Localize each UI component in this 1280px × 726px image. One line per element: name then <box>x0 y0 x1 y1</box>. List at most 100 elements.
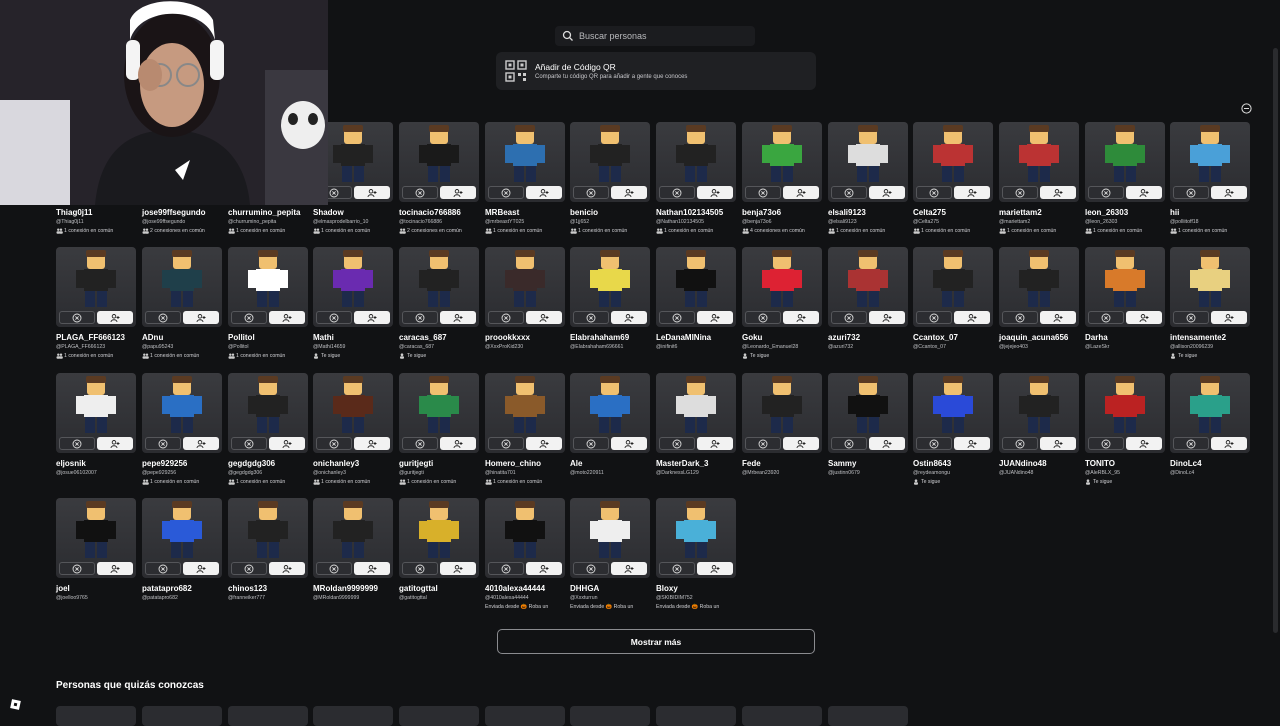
avatar[interactable] <box>485 122 565 202</box>
friend-card[interactable]: benicio @1jj652 1 conexión en común <box>570 122 650 234</box>
friend-name[interactable]: guritjegti <box>399 459 479 468</box>
suggested-person-card[interactable] <box>828 706 908 726</box>
avatar[interactable] <box>399 122 479 202</box>
friend-card[interactable]: Ale @moto220911 <box>570 373 650 476</box>
remove-button[interactable] <box>1173 186 1209 199</box>
friend-name[interactable]: tocinacio766886 <box>399 208 479 217</box>
avatar[interactable] <box>742 122 822 202</box>
suggested-person-card[interactable] <box>399 706 479 726</box>
add-friend-button[interactable] <box>183 437 219 450</box>
friend-card[interactable]: ADnu @papu95243 1 conexión en común <box>142 247 222 359</box>
friend-card[interactable]: Celta275 @Celta275 1 conexión en común <box>913 122 993 234</box>
avatar[interactable] <box>485 373 565 453</box>
avatar[interactable] <box>656 247 736 327</box>
friend-name[interactable]: jose99ffsegundo <box>142 208 222 217</box>
remove-button[interactable] <box>488 437 524 450</box>
remove-button[interactable] <box>231 562 267 575</box>
friend-name[interactable]: TONITO <box>1085 459 1165 468</box>
friend-name[interactable]: hii <box>1170 208 1250 217</box>
avatar[interactable] <box>742 247 822 327</box>
remove-button[interactable] <box>1088 437 1124 450</box>
friend-name[interactable]: MRBeast <box>485 208 565 217</box>
remove-button[interactable] <box>831 186 867 199</box>
friend-card[interactable]: proookkxxx @XxxProKid230 <box>485 247 565 350</box>
add-friend-button[interactable] <box>869 437 905 450</box>
friend-name[interactable]: DHHGA <box>570 584 650 593</box>
avatar[interactable] <box>56 373 136 453</box>
friend-name[interactable]: Ostin8643 <box>913 459 993 468</box>
friend-card[interactable]: LeDanaMINina @inifinit6 <box>656 247 736 350</box>
friend-card[interactable]: Mathi @Mathi14659 Te sigue <box>313 247 393 359</box>
friend-card[interactable]: gegdgdg306 @gegdgdg306 1 conexión en común <box>228 373 308 485</box>
friend-name[interactable]: Sammy <box>828 459 908 468</box>
friend-card[interactable]: Goku @Leonardo_Emanuel28 Te sigue <box>742 247 822 359</box>
friend-card[interactable]: JUANdino48 @JUANdino48 <box>999 373 1079 476</box>
avatar[interactable] <box>228 373 308 453</box>
add-friend-button[interactable] <box>954 437 990 450</box>
friend-card[interactable]: guritjegti @guritjegti 1 conexión en común <box>399 373 479 485</box>
friend-name[interactable]: Celta275 <box>913 208 993 217</box>
avatar[interactable] <box>828 122 908 202</box>
suggested-person-card[interactable] <box>570 706 650 726</box>
avatar[interactable] <box>1085 373 1165 453</box>
remove-button[interactable] <box>402 186 438 199</box>
remove-button[interactable] <box>659 311 695 324</box>
remove-button[interactable] <box>659 437 695 450</box>
add-friend-button[interactable] <box>611 437 647 450</box>
friend-name[interactable]: benja73o6 <box>742 208 822 217</box>
avatar[interactable] <box>1085 247 1165 327</box>
friend-card[interactable]: eljosnik @josue06102007 <box>56 373 136 476</box>
friend-name[interactable]: intensamente2 <box>1170 333 1250 342</box>
avatar[interactable] <box>485 498 565 578</box>
friend-name[interactable]: Pollitol <box>228 333 308 342</box>
avatar[interactable] <box>1170 373 1250 453</box>
friend-card[interactable]: gatitogttal @gatitogttal <box>399 498 479 601</box>
add-friend-button[interactable] <box>1126 311 1162 324</box>
avatar[interactable] <box>399 247 479 327</box>
friend-card[interactable]: joaquin_acuna656 @jejejeo403 <box>999 247 1079 350</box>
friend-name[interactable]: proookkxxx <box>485 333 565 342</box>
friend-name[interactable]: JUANdino48 <box>999 459 1079 468</box>
friend-card[interactable]: Pollitol @Pollitol 1 conexión en común <box>228 247 308 359</box>
friend-name[interactable]: Bloxy <box>656 584 736 593</box>
add-friend-button[interactable] <box>1211 437 1247 450</box>
friend-card[interactable]: patatapro682 @patatapro682 <box>142 498 222 601</box>
friend-card[interactable]: onichanley3 @onichanley3 1 conexión en com… <box>313 373 393 485</box>
friend-name[interactable]: Nathan102134505 <box>656 208 736 217</box>
remove-button[interactable] <box>659 562 695 575</box>
avatar[interactable] <box>999 247 1079 327</box>
remove-button[interactable] <box>1088 311 1124 324</box>
friend-name[interactable]: Ale <box>570 459 650 468</box>
friend-name[interactable]: DinoLc4 <box>1170 459 1250 468</box>
avatar[interactable] <box>228 498 308 578</box>
suggested-person-card[interactable] <box>656 706 736 726</box>
friend-card[interactable]: Fede @Mrbean23920 <box>742 373 822 476</box>
avatar[interactable] <box>56 247 136 327</box>
friend-name[interactable]: ADnu <box>142 333 222 342</box>
add-friend-button[interactable] <box>183 311 219 324</box>
avatar[interactable] <box>656 122 736 202</box>
add-friend-button[interactable] <box>697 311 733 324</box>
friend-name[interactable]: MRoldan9999999 <box>313 584 393 593</box>
add-friend-button[interactable] <box>526 562 562 575</box>
friend-card[interactable]: joel @joelloo9765 <box>56 498 136 601</box>
remove-button[interactable] <box>231 311 267 324</box>
add-friend-button[interactable] <box>440 186 476 199</box>
remove-button[interactable] <box>488 562 524 575</box>
add-friend-button[interactable] <box>354 562 390 575</box>
remove-button[interactable] <box>1088 186 1124 199</box>
add-friend-button[interactable] <box>1040 437 1076 450</box>
add-friend-button[interactable] <box>183 562 219 575</box>
friend-card[interactable]: MasterDark_3 @DarknessLG129 <box>656 373 736 476</box>
friend-card[interactable]: Nathan102134505 @Nathan102134505 1 conexió… <box>656 122 736 234</box>
friend-card[interactable]: tocinacio766886 @tocinacio766886 2 conexio… <box>399 122 479 234</box>
avatar[interactable] <box>999 122 1079 202</box>
avatar[interactable] <box>399 498 479 578</box>
add-friend-button[interactable] <box>269 562 305 575</box>
avatar[interactable] <box>313 247 393 327</box>
remove-button[interactable] <box>145 437 181 450</box>
friend-name[interactable]: LeDanaMINina <box>656 333 736 342</box>
add-friend-button[interactable] <box>526 186 562 199</box>
friend-name[interactable]: Shadow <box>313 208 393 217</box>
friend-name[interactable]: Homero_chino <box>485 459 565 468</box>
